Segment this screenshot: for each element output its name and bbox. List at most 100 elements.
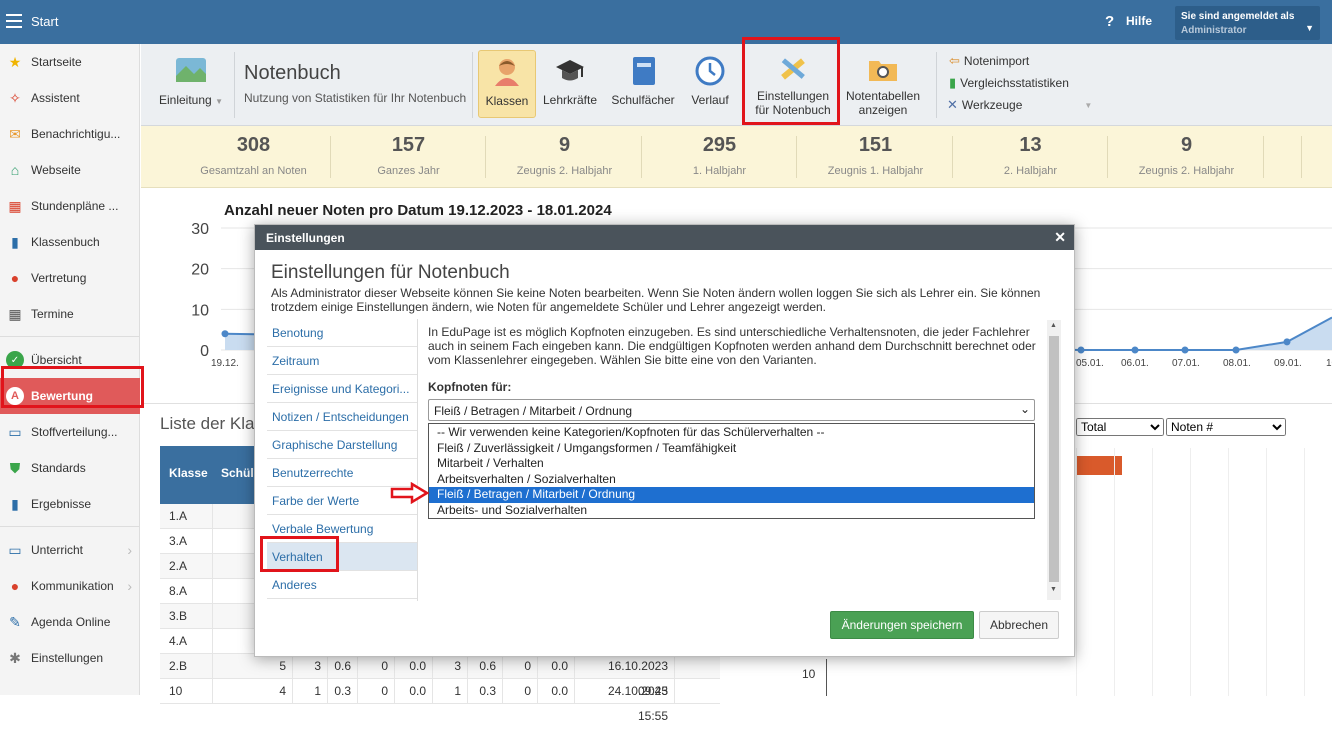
book-icon: ▮ <box>11 233 19 250</box>
scroll-down-icon[interactable]: ▼ <box>1050 586 1057 593</box>
table-cell: 0 <box>358 679 395 703</box>
menu-icon[interactable] <box>6 14 22 28</box>
stat-divider <box>1107 136 1108 178</box>
tools-icon: ✕ <box>947 97 958 112</box>
grid-lines <box>1076 448 1332 696</box>
classes-button[interactable]: Klassen <box>478 50 536 118</box>
sidebar-item-klassenbuch[interactable]: ▮ Klassenbuch <box>0 224 140 260</box>
app-title[interactable]: Start <box>31 14 58 29</box>
table-cell: 0 <box>503 654 538 678</box>
table-cell: 3 <box>293 654 328 678</box>
sidebar-item-startseite[interactable]: ★ Startseite <box>0 44 140 80</box>
table-row[interactable]: 2.B 5 3 0.6 0 0.0 3 0.6 0 0.0 16.10.2023 09:45 <box>160 654 720 698</box>
cell-class: 4.A <box>160 629 213 653</box>
help-icon[interactable]: ? <box>1105 13 1114 30</box>
table-cell: 1 <box>433 679 468 703</box>
sidebar-item-stoffverteilung[interactable]: ▭ Stoffverteilung... <box>0 414 140 450</box>
x-tick-label: 05.01. <box>1076 358 1104 369</box>
stat-2: 9 Zeugnis 2. Halbjahr <box>487 126 642 188</box>
sidebar-divider <box>0 336 140 337</box>
stat-4: 151 Zeugnis 1. Halbjahr <box>798 126 953 188</box>
table-cell: 0.3 <box>328 679 358 703</box>
sidebar-item-label: Stundenpläne ... <box>31 199 119 213</box>
table-cell: 3 <box>433 654 468 678</box>
chevron-down-icon: ⌄ <box>1019 402 1030 416</box>
grade-count-select[interactable]: Noten # <box>1166 418 1286 436</box>
sidebar-item-unterricht[interactable]: ▭ Unterricht › <box>0 532 140 568</box>
stats-strip: 308 Gesamtzahl an Noten 157 Ganzes Jahr 9 Zeu… <box>141 126 1332 188</box>
tab-ereignisse-und-kategori[interactable]: Ereignisse und Kategori... <box>267 375 417 403</box>
x-tick-label: 08.01. <box>1223 358 1251 369</box>
behavior-option[interactable]: Arbeits- und Sozialverhalten <box>429 503 1034 519</box>
sidebar-item-standards[interactable]: ⛊ Standards <box>0 450 140 486</box>
total-select[interactable]: Total <box>1076 418 1164 436</box>
sidebar-item-benachrichtigu[interactable]: ✉ Benachrichtigu... <box>0 116 140 152</box>
behavior-option[interactable]: -- Wir verwenden keine Kategorien/Kopfno… <box>429 425 1034 441</box>
stat-label: Zeugnis 2. Halbjahr <box>1138 165 1235 177</box>
scroll-up-icon[interactable]: ▲ <box>1050 322 1057 329</box>
behavior-option[interactable]: Arbeitsverhalten / Sozialverhalten <box>429 472 1034 488</box>
comparison-stats-link[interactable]: ▮ Vergleichsstatistiken <box>949 75 1069 91</box>
page-subtitle: Nutzung von Statistiken für Ihr Notenbuc… <box>244 91 467 105</box>
sidebar-item-ergebnisse[interactable]: ▮ Ergebnisse <box>0 486 140 522</box>
sidebar-item-einstellungen[interactable]: ✱ Einstellungen <box>0 640 140 676</box>
tools-label: Werkzeuge <box>961 98 1023 112</box>
subjects-label: Schulfächer <box>611 93 675 107</box>
history-button[interactable]: Verlauf <box>684 50 736 122</box>
sidebar-item-stundenpläne[interactable]: ▦ Stundenpläne ... <box>0 188 140 224</box>
toolbar-divider <box>472 52 473 118</box>
grade-import-link[interactable]: ⇦ Notenimport <box>949 53 1029 69</box>
stat-label: Zeugnis 2. Halbjahr <box>516 165 613 177</box>
stat-value: 9 <box>558 134 571 156</box>
table-cell: 0 <box>358 654 395 678</box>
cell-class: 2.A <box>160 554 213 578</box>
table-cell: 4 <box>213 679 293 703</box>
field-label: Kopfnoten für: <box>428 380 512 394</box>
toolbar-divider <box>936 52 937 118</box>
behavior-option[interactable]: Fleiß / Zuverlässigkeit / Umgangsformen … <box>429 441 1034 457</box>
sidebar-item-label: Agenda Online <box>31 615 111 629</box>
y-tick-label: 20 <box>191 262 209 279</box>
scrollbar[interactable]: ▲ ▼ <box>1047 320 1061 600</box>
list-axis-value: 10 <box>802 667 816 681</box>
tab-zeitraum[interactable]: Zeitraum <box>267 347 417 375</box>
save-button[interactable]: Änderungen speichern <box>830 611 974 639</box>
tab-notizen-entscheidungen[interactable]: Notizen / Entscheidungen <box>267 403 417 431</box>
cancel-button[interactable]: Abbrechen <box>979 611 1059 639</box>
scrollbar-thumb[interactable] <box>1049 336 1059 582</box>
stat-value: 13 <box>1019 134 1042 156</box>
chevron-down-icon: ▼ <box>1084 100 1093 110</box>
sidebar-item-webseite[interactable]: ⌂ Webseite <box>0 152 140 188</box>
col-class[interactable]: Klasse <box>160 446 213 504</box>
sidebar-item-assistent[interactable]: ✧ Assistent <box>0 80 140 116</box>
grade-tables-button[interactable]: Notentabellen anzeigen <box>843 50 923 122</box>
tab-anderes[interactable]: Anderes <box>267 571 417 599</box>
subjects-button[interactable]: Schulfächer <box>608 50 678 122</box>
close-icon[interactable]: ✕ <box>1054 229 1066 246</box>
user-menu[interactable]: Sie sind angemeldet als Administrator ▼ <box>1175 6 1320 40</box>
graduation-cap-icon <box>556 60 584 81</box>
toolbar-divider <box>234 52 235 118</box>
behavior-select[interactable]: Fleiß / Betragen / Mitarbeit / Ordnung ⌄ <box>428 399 1035 421</box>
teachers-button[interactable]: Lehrkräfte <box>541 50 599 122</box>
table-cell: 0.6 <box>468 654 503 678</box>
intro-button[interactable]: Einleitung ▼ <box>155 50 227 122</box>
sidebar-item-agenda-online[interactable]: ✎ Agenda Online <box>0 604 140 640</box>
help-link[interactable]: Hilfe <box>1126 14 1152 28</box>
sidebar-item-vertretung[interactable]: ● Vertretung <box>0 260 140 296</box>
teachers-label: Lehrkräfte <box>542 93 598 107</box>
tab-graphische-darstellung[interactable]: Graphische Darstellung <box>267 431 417 459</box>
table-cell: 0 <box>503 679 538 703</box>
table-row[interactable]: 10 4 1 0.3 0 0.0 1 0.3 0 0.0 24.10.2023 15:55 <box>160 679 720 723</box>
tools-link[interactable]: ✕ Werkzeuge ▼ <box>947 97 1092 113</box>
cell-class: 2.B <box>160 654 213 678</box>
data-point <box>1077 346 1085 354</box>
page-title: Notenbuch <box>244 62 341 84</box>
sidebar-item-termine[interactable]: ▦ Termine <box>0 296 140 332</box>
stat-3: 295 1. Halbjahr <box>642 126 797 188</box>
sidebar-item-kommunikation[interactable]: ● Kommunikation › <box>0 568 140 604</box>
behavior-option[interactable]: Fleiß / Betragen / Mitarbeit / Ordnung <box>429 487 1034 503</box>
grade-tables-label-1: Notentabellen <box>845 89 921 103</box>
tab-benotung[interactable]: Benotung <box>267 319 417 347</box>
behavior-option[interactable]: Mitarbeit / Verhalten <box>429 456 1034 472</box>
